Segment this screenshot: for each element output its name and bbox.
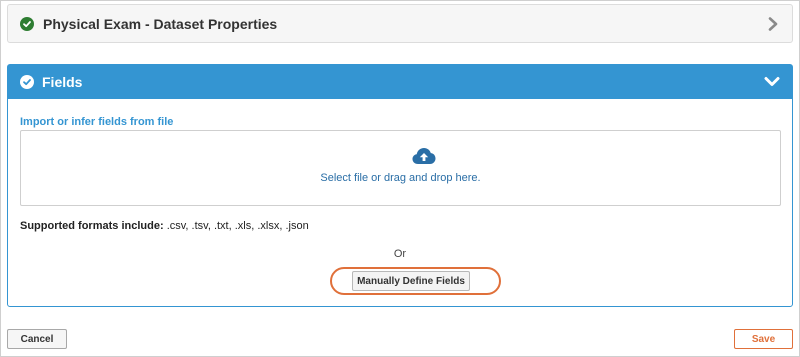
cancel-button[interactable]: Cancel	[7, 329, 67, 349]
check-circle-icon	[20, 75, 34, 89]
formats-label: Supported formats include:	[20, 220, 164, 232]
chevron-right-icon[interactable]	[768, 17, 778, 36]
formats-list: .csv, .tsv, .txt, .xls, .xlsx, .json	[166, 220, 309, 232]
supported-formats: Supported formats include: .csv, .tsv, .…	[20, 220, 309, 232]
dropzone-text[interactable]: Select file or drag and drop here.	[21, 172, 780, 184]
panel-title: Fields	[42, 74, 83, 90]
cloud-upload-icon	[412, 147, 436, 170]
file-dropzone[interactable]: Select file or drag and drop here.	[20, 130, 781, 206]
save-button[interactable]: Save	[734, 329, 793, 349]
chevron-down-icon[interactable]	[764, 75, 780, 93]
fields-panel: Fields Import or infer fields from file …	[7, 64, 793, 307]
dataset-properties-panel-header[interactable]: Physical Exam - Dataset Properties	[7, 4, 793, 43]
or-separator: Or	[393, 248, 407, 260]
panel-title: Physical Exam - Dataset Properties	[43, 15, 278, 32]
manually-define-fields-button[interactable]: Manually Define Fields	[352, 271, 470, 291]
fields-panel-header[interactable]: Fields	[8, 65, 792, 99]
check-circle-icon	[20, 16, 34, 31]
import-fields-label: Import or infer fields from file	[20, 116, 174, 128]
